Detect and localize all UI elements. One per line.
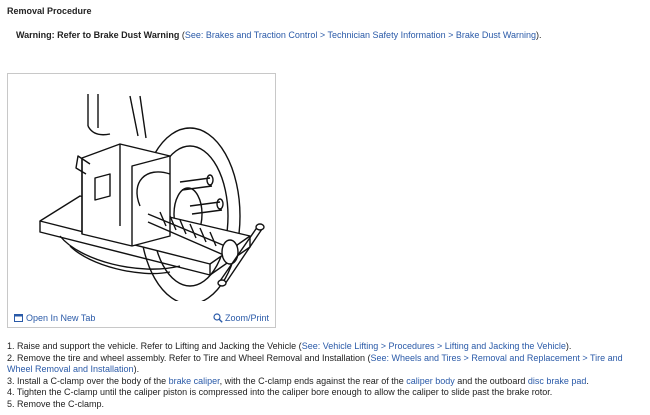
warning-label: Warning: Refer to Brake Dust Warning (16, 30, 180, 40)
disc-brake-pad-link[interactable]: disc brake pad (528, 376, 587, 386)
brake-caliper-link[interactable]: brake caliper (169, 376, 220, 386)
warning-close-paren: ). (536, 30, 542, 40)
step-3-end: . (586, 375, 589, 386)
step-4: 4. Tighten the C-clamp until the caliper… (7, 387, 553, 398)
open-in-new-tab-link[interactable]: Open In New Tab (14, 313, 95, 323)
brake-dust-warning-link[interactable]: See: Brakes and Traction Control > Techn… (185, 30, 536, 40)
step-1-text: 1. Raise and support the vehicle. Refer … (7, 341, 302, 351)
zoom-print-link[interactable]: Zoom/Print (213, 313, 269, 323)
lifting-jacking-link[interactable]: See: Vehicle Lifting > Procedures > Lift… (302, 341, 566, 351)
step-3-text-3: and the outboard (454, 375, 528, 386)
step-2-end: ). (133, 364, 140, 375)
step-3-text: 3. Install a C-clamp over the body of th… (7, 375, 169, 386)
zoom-print-label: Zoom/Print (224, 313, 269, 323)
step-1-end: ). (565, 341, 572, 351)
illustration-toolbar: Open In New Tab Zoom/Print (8, 309, 275, 327)
magnifier-icon (213, 313, 223, 323)
c-clamp-caliper-illustration (39, 94, 265, 301)
step-2: 2. Remove the tire and wheel assembly. R… (7, 353, 647, 376)
step-5: 5. Remove the C-clamp. (7, 398, 105, 409)
section-heading: Removal Procedure (7, 6, 92, 16)
open-in-new-tab-label: Open In New Tab (26, 313, 96, 323)
step-2-text: 2. Remove the tire and wheel assembly. R… (7, 352, 371, 363)
brake-dust-warning: Warning: Refer to Brake Dust Warning (Se… (16, 30, 542, 40)
new-tab-icon (14, 314, 23, 322)
caliper-body-link[interactable]: caliper body (406, 376, 455, 386)
procedure-steps: 1. Raise and support the vehicle. Refer … (7, 341, 647, 411)
step-3-text-2: , with the C-clamp ends against the rear… (219, 375, 407, 386)
step-3: 3. Install a C-clamp over the body of th… (7, 376, 647, 388)
step-1: 1. Raise and support the vehicle. Refer … (7, 341, 647, 353)
illustration-frame: Open In New Tab Zoom/Print (7, 73, 276, 328)
